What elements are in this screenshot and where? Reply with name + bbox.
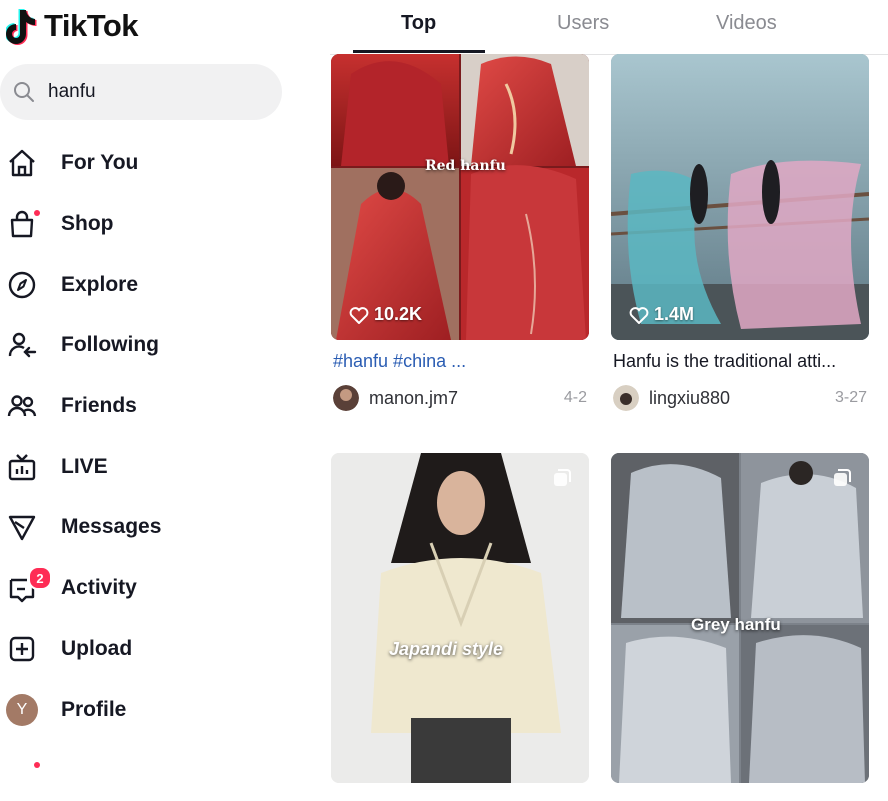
sidebar-item-explore[interactable]: Explore xyxy=(0,254,300,315)
sidebar-item-label: Shop xyxy=(61,212,114,236)
sidebar-item-label: Upload xyxy=(61,636,133,660)
shopping-bag-icon xyxy=(6,208,40,240)
video-caption[interactable]: #hanfu #china ... xyxy=(333,351,589,372)
tab-users[interactable]: Users xyxy=(557,12,609,35)
video-meta: manon.jm7 4-2 xyxy=(333,384,587,412)
sidebar-item-label: Profile xyxy=(61,697,127,721)
paper-plane-icon xyxy=(6,511,38,543)
avatar[interactable] xyxy=(613,385,639,411)
tab-top[interactable]: Top xyxy=(401,12,436,35)
thumbnail-image xyxy=(611,54,869,340)
compass-icon xyxy=(6,269,38,301)
sidebar-item-label: Activity xyxy=(61,576,137,600)
sidebar-item-upload[interactable]: Upload xyxy=(0,619,300,680)
search-tabs: Top Users Videos xyxy=(330,0,888,55)
sidebar-item-more[interactable] xyxy=(0,740,300,801)
sidebar-item-profile[interactable]: Y Profile xyxy=(0,679,300,740)
logo-text: TikTok xyxy=(44,8,139,43)
notification-dot xyxy=(34,761,40,768)
search-bar[interactable] xyxy=(0,64,282,120)
video-thumbnail[interactable]: 1.4M xyxy=(611,54,869,340)
like-count-value: 10.2K xyxy=(374,304,423,324)
tiktok-note-icon xyxy=(6,9,37,45)
search-input[interactable] xyxy=(46,80,250,104)
sidebar-item-activity[interactable]: 2 Activity xyxy=(0,558,300,619)
username[interactable]: lingxiu880 xyxy=(649,388,730,409)
sidebar-item-live[interactable]: LIVE xyxy=(0,436,300,497)
sidebar-item-messages[interactable]: Messages xyxy=(0,497,300,558)
video-thumbnail[interactable]: Red hanfu 10.2K xyxy=(331,54,589,340)
sidebar-nav: For You Shop Explore Following Friends L… xyxy=(0,133,300,801)
notification-dot xyxy=(34,210,40,217)
thumbnail-overlay-text: Japandi style xyxy=(389,639,504,659)
sidebar-item-label: Following xyxy=(61,333,159,357)
thumbnail-image xyxy=(331,54,589,340)
thumbnail-image xyxy=(331,453,589,783)
tiktok-logo[interactable]: TikTok xyxy=(6,6,139,46)
sidebar-item-label: Messages xyxy=(61,515,162,539)
post-date: 4-2 xyxy=(563,389,587,406)
live-tv-icon xyxy=(6,451,38,483)
photo-carousel-icon xyxy=(553,469,571,487)
photo-carousel-icon xyxy=(833,469,851,487)
video-thumbnail[interactable]: Japandi style xyxy=(331,453,589,783)
sidebar-item-label: For You xyxy=(61,151,139,175)
friends-icon xyxy=(6,390,38,422)
heart-icon xyxy=(629,306,649,324)
video-caption[interactable]: Hanfu is the traditional atti... xyxy=(613,351,869,372)
username[interactable]: manon.jm7 xyxy=(369,388,458,409)
active-tab-indicator xyxy=(353,50,485,53)
notification-badge: 2 xyxy=(28,566,52,591)
sidebar-item-friends[interactable]: Friends xyxy=(0,376,300,437)
sidebar: TikTok For You Shop Explore xyxy=(0,0,300,768)
search-icon xyxy=(14,82,34,102)
following-icon xyxy=(6,329,38,361)
sidebar-item-label: Friends xyxy=(61,394,137,418)
sidebar-item-following[interactable]: Following xyxy=(0,315,300,376)
video-thumbnail[interactable]: Grey hanfu xyxy=(611,453,869,783)
avatar-wrap: Y xyxy=(6,693,38,726)
like-count: 1.4M xyxy=(629,304,694,325)
heart-icon xyxy=(349,306,369,324)
sidebar-item-label: Explore xyxy=(61,272,139,296)
avatar[interactable] xyxy=(333,385,359,411)
avatar: Y xyxy=(6,693,38,726)
thumbnail-overlay-text: Grey hanfu xyxy=(691,615,781,634)
home-icon xyxy=(6,147,38,179)
thumbnail-overlay-text: Red hanfu xyxy=(425,158,506,174)
sidebar-item-for-you[interactable]: For You xyxy=(0,133,300,194)
sidebar-item-shop[interactable]: Shop xyxy=(0,194,300,255)
activity-icon: 2 xyxy=(6,566,52,604)
post-date: 3-27 xyxy=(834,389,867,406)
plus-square-icon xyxy=(6,633,38,665)
video-meta: lingxiu880 3-27 xyxy=(613,384,867,412)
sidebar-item-label: LIVE xyxy=(61,454,108,478)
like-count: 10.2K xyxy=(349,304,422,325)
like-count-value: 1.4M xyxy=(654,304,695,324)
tab-videos[interactable]: Videos xyxy=(716,12,777,35)
